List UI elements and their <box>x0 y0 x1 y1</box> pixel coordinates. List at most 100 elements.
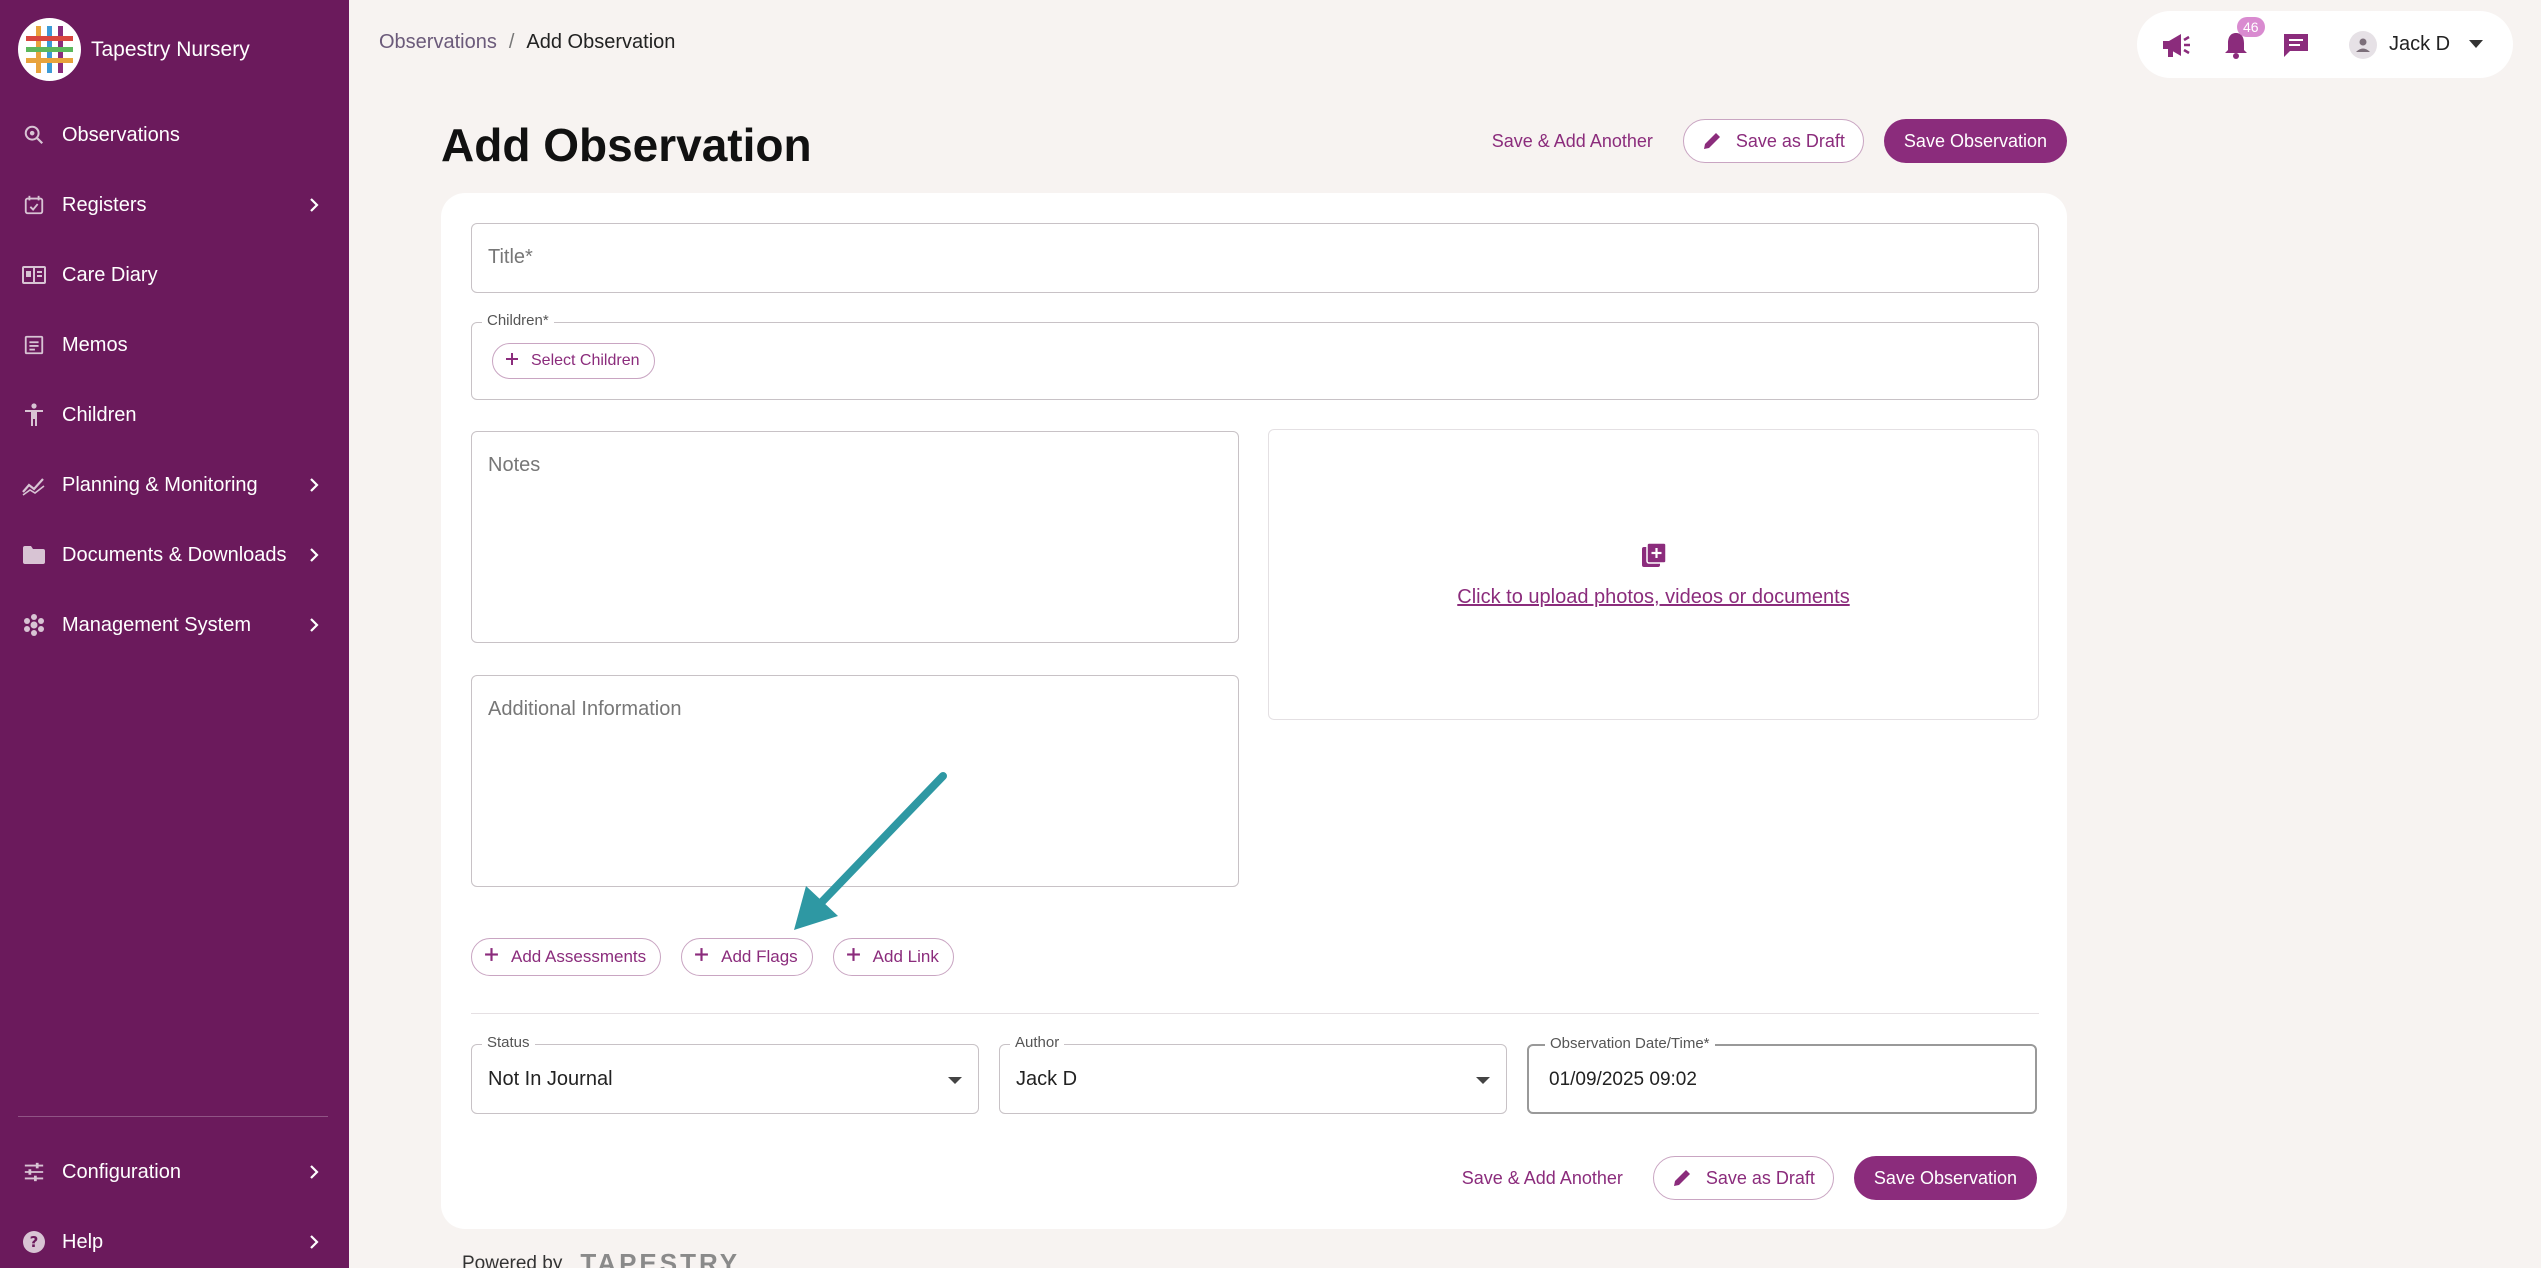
sidebar-item-label: Help <box>62 1230 104 1253</box>
brand-name: Tapestry Nursery <box>91 37 250 61</box>
notes-textarea[interactable]: Notes <box>471 431 1239 643</box>
save-draft-label: Save as Draft <box>1705 1167 1815 1188</box>
search-icon <box>22 123 46 147</box>
notes-placeholder: Notes <box>488 454 541 476</box>
header-actions: Save & Add Another Save as Draft Save Ob… <box>1492 119 2067 163</box>
sidebar-item-children[interactable]: Children <box>0 380 349 450</box>
plus-icon <box>694 947 709 967</box>
sidebar-item-management-system[interactable]: Management System <box>0 590 349 660</box>
status-value: Not In Journal <box>488 1068 613 1090</box>
breadcrumb-separator: / <box>508 31 515 53</box>
pencil-icon <box>1672 1168 1692 1188</box>
chevron-right-icon <box>305 476 323 494</box>
observation-datetime-input[interactable]: Observation Date/Time* 01/09/2025 09:02 <box>1527 1035 2037 1114</box>
dropdown-arrow-icon <box>1476 1077 1490 1084</box>
save-observation-button[interactable]: Save Observation <box>1853 1156 2037 1200</box>
sidebar-item-registers[interactable]: Registers <box>0 170 349 240</box>
author-value: Jack D <box>1016 1068 1078 1090</box>
sidebar-item-label: Documents & Downloads <box>62 543 287 566</box>
sliders-icon <box>22 1160 46 1184</box>
add-options-row: Add Assessments Add Flags Add Link <box>471 938 954 976</box>
select-children-button[interactable]: Select Children <box>492 343 655 379</box>
powered-by-label: Powered by <box>462 1252 563 1268</box>
notification-badge: 46 <box>2237 16 2265 37</box>
add-link-label: Add Link <box>872 947 939 966</box>
datetime-legend: Observation Date/Time* <box>1545 1035 1715 1052</box>
datetime-value: 01/09/2025 09:02 <box>1549 1069 1697 1090</box>
page-title: Add Observation <box>441 119 812 171</box>
sidebar-item-memos[interactable]: Memos <box>0 310 349 380</box>
diary-icon <box>22 263 46 287</box>
add-flags-button[interactable]: Add Flags <box>681 938 813 976</box>
sidebar-item-help[interactable]: ? Help <box>0 1207 349 1268</box>
plus-icon <box>505 352 519 371</box>
sidebar-divider <box>18 1116 328 1117</box>
children-field: Children* Select Children <box>471 312 2039 400</box>
upload-dropzone[interactable]: Click to upload photos, videos or docume… <box>1268 429 2039 720</box>
save-observation-button[interactable]: Save Observation <box>1883 119 2067 163</box>
chevron-right-icon <box>305 1163 323 1181</box>
sidebar-item-documents-downloads[interactable]: Documents & Downloads <box>0 520 349 590</box>
title-input[interactable]: Title* <box>471 223 2039 293</box>
save-draft-button[interactable]: Save as Draft <box>1682 119 1864 163</box>
sidebar-item-label: Registers <box>62 193 147 216</box>
sidebar-item-care-diary[interactable]: Care Diary <box>0 240 349 310</box>
add-assessments-button[interactable]: Add Assessments <box>471 938 662 976</box>
sidebar-item-label: Configuration <box>62 1160 181 1183</box>
breadcrumb-observations-link[interactable]: Observations <box>379 31 497 54</box>
add-flags-label: Add Flags <box>721 947 798 966</box>
divider <box>471 1013 2039 1014</box>
chevron-right-icon <box>305 616 323 634</box>
dropdown-arrow-icon <box>948 1077 962 1084</box>
megaphone-icon[interactable] <box>2159 28 2193 62</box>
children-legend: Children* <box>482 312 554 329</box>
brand[interactable]: Tapestry Nursery <box>18 18 250 81</box>
chart-line-icon <box>22 473 46 497</box>
add-media-icon <box>1640 541 1668 574</box>
status-select[interactable]: Status Not In Journal <box>471 1034 979 1114</box>
user-menu[interactable]: Jack D <box>2349 30 2484 59</box>
add-assessments-label: Add Assessments <box>511 947 647 966</box>
sidebar-item-label: Children <box>62 403 137 426</box>
brand-logo <box>18 18 81 81</box>
tapestry-logo: TAPESTRY <box>580 1248 741 1268</box>
title-placeholder: Title* <box>488 246 533 268</box>
sidebar-item-configuration[interactable]: Configuration <box>0 1137 349 1207</box>
powered-by: Powered by TAPESTRY <box>462 1248 740 1268</box>
select-children-label: Select Children <box>531 352 640 369</box>
observation-form-card: Title* Children* Select Children Notes C… <box>441 193 2067 1229</box>
memo-icon <box>22 333 46 357</box>
annotation-arrow-icon <box>794 772 947 930</box>
chevron-right-icon <box>305 196 323 214</box>
calendar-check-icon <box>22 193 46 217</box>
sidebar: Tapestry Nursery Observations Registers … <box>0 0 349 1268</box>
plus-icon <box>846 947 861 967</box>
hexagons-icon <box>22 613 46 637</box>
sidebar-item-label: Memos <box>62 333 128 356</box>
sidebar-bottom-nav: Configuration ? Help <box>0 1137 349 1268</box>
footer-actions: Save & Add Another Save as Draft Save Ob… <box>1462 1156 2037 1200</box>
save-add-another-button[interactable]: Save & Add Another <box>1462 1168 1623 1189</box>
add-link-button[interactable]: Add Link <box>832 938 954 976</box>
help-icon: ? <box>22 1230 46 1254</box>
avatar <box>2349 30 2377 59</box>
top-toolbar: 46 Jack D <box>2137 11 2513 78</box>
breadcrumb: Observations / Add Observation <box>379 31 675 54</box>
save-add-another-button[interactable]: Save & Add Another <box>1492 131 1653 152</box>
chat-icon[interactable] <box>2279 28 2313 62</box>
upload-link[interactable]: Click to upload photos, videos or docume… <box>1457 586 1849 609</box>
sidebar-item-planning-monitoring[interactable]: Planning & Monitoring <box>0 450 349 520</box>
status-legend: Status <box>482 1034 535 1051</box>
breadcrumb-current: Add Observation <box>526 31 676 53</box>
caret-down-icon <box>2468 36 2484 54</box>
additional-info-placeholder: Additional Information <box>488 698 682 720</box>
author-select[interactable]: Author Jack D <box>999 1034 1507 1114</box>
save-draft-button[interactable]: Save as Draft <box>1652 1156 1834 1200</box>
bell-icon[interactable]: 46 <box>2219 16 2265 62</box>
plus-icon <box>484 947 499 967</box>
sidebar-item-label: Management System <box>62 613 251 636</box>
sidebar-item-observations[interactable]: Observations <box>0 100 349 170</box>
chevron-right-icon <box>305 546 323 564</box>
sidebar-item-label: Planning & Monitoring <box>62 473 258 496</box>
user-name: Jack D <box>2389 33 2451 55</box>
